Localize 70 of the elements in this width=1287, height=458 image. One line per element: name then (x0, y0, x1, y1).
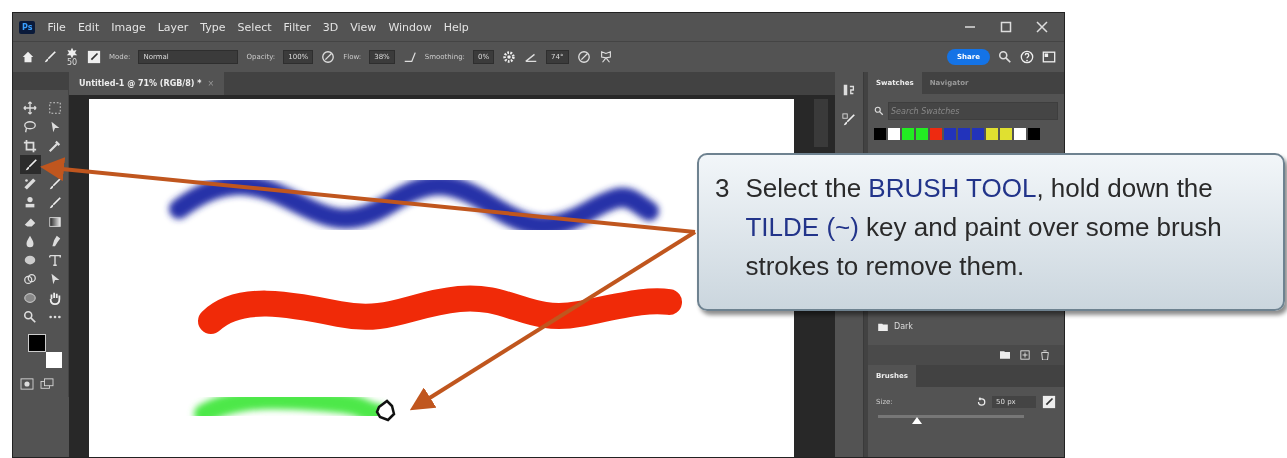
gradient-icon (48, 214, 63, 229)
color-swatch[interactable] (1014, 128, 1026, 140)
search-icon (874, 106, 884, 116)
app-logo: Ps (19, 20, 36, 34)
background-color-swatch[interactable] (46, 352, 62, 368)
menu-item[interactable]: 3D (322, 20, 339, 34)
reset-icon[interactable] (976, 397, 986, 407)
color-swatch[interactable] (958, 128, 970, 140)
brush-tool[interactable] (20, 155, 41, 174)
step-number: 3 (715, 172, 730, 205)
home-icon[interactable] (21, 50, 35, 64)
document-tab[interactable]: Untitled-1 @ 71% (RGB/8) * × (69, 72, 225, 95)
help-icon[interactable] (1020, 50, 1034, 64)
menu-item[interactable]: Help (443, 20, 469, 34)
color-swatch[interactable] (902, 128, 914, 140)
marquee-icon (48, 100, 63, 115)
menu-item[interactable]: Select (237, 20, 272, 34)
slider-thumb[interactable] (912, 417, 923, 424)
search-field[interactable]: Search Swatches (888, 102, 1058, 120)
brush-panel-icon[interactable] (87, 50, 101, 64)
search-icon[interactable] (998, 50, 1012, 64)
color-swatch[interactable] (986, 128, 998, 140)
move-icon (22, 100, 37, 115)
close-icon[interactable] (1036, 21, 1048, 33)
ellipse-icon (22, 290, 37, 305)
color-swatch[interactable] (930, 128, 942, 140)
eyedropper-icon (48, 138, 63, 153)
maximize-icon[interactable] (1000, 21, 1012, 33)
move-tool[interactable] (20, 98, 40, 117)
history-icon[interactable] (842, 82, 856, 98)
color-swatch[interactable] (944, 128, 956, 140)
gear-icon[interactable] (502, 50, 517, 64)
brush-panel-icon[interactable] (1042, 395, 1056, 409)
foreground-color-swatch[interactable] (28, 334, 46, 352)
screen-mode-icon[interactable] (40, 378, 54, 390)
folder-icon (878, 322, 888, 331)
menu-item[interactable]: Edit (77, 20, 100, 34)
new-group-icon[interactable] (1000, 350, 1010, 359)
color-swatch[interactable] (1000, 128, 1012, 140)
cursor-icon (375, 399, 396, 422)
brush-icon (48, 176, 63, 191)
menu-item[interactable]: Window (388, 20, 432, 34)
workspace-icon[interactable] (1042, 50, 1056, 64)
color-swatch[interactable] (888, 128, 900, 140)
hand-icon (48, 290, 63, 305)
lasso-icon (22, 119, 37, 134)
color-swatch[interactable] (874, 128, 886, 140)
step-instruction: Select the BRUSH TOOL, hold down the TILDE (~) key and paint over some brush strokes to remove them. (745, 172, 1223, 283)
brush-size: 50 (66, 59, 78, 67)
folder-name[interactable]: Dark (894, 322, 913, 331)
brush-icon[interactable] (43, 50, 57, 64)
color-swatch[interactable] (972, 128, 984, 140)
brush-settings-icon[interactable] (842, 112, 856, 128)
menu-item[interactable]: Layer (157, 20, 189, 34)
text-icon (48, 252, 63, 267)
crop-icon (22, 138, 37, 153)
zoom-icon (22, 309, 37, 324)
menu-item[interactable]: Filter (283, 20, 311, 34)
menu-item[interactable]: Type (200, 20, 226, 34)
menu-item[interactable]: View (350, 20, 377, 34)
color-swatch[interactable] (1028, 128, 1040, 140)
brush-icon (48, 195, 63, 210)
document-title: Untitled-1 @ 71% (RGB/8) * (79, 79, 202, 88)
brush-icon (23, 157, 38, 172)
color-swatch[interactable] (916, 128, 928, 140)
quick-mask-icon[interactable] (20, 378, 34, 390)
menu-item[interactable]: Image (111, 20, 146, 34)
new-swatch-icon[interactable] (1020, 350, 1030, 360)
menu-item[interactable]: File (47, 20, 66, 34)
trash-icon[interactable] (1040, 350, 1050, 360)
